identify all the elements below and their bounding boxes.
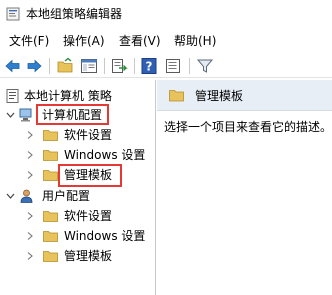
toolbar-separator <box>104 58 105 74</box>
tree-item-cc-windows-settings[interactable]: Windows 设置 <box>0 145 156 165</box>
tree-label-root: 本地计算机 策略 <box>24 89 112 103</box>
tree-item-uc-admin-templates[interactable]: 管理模板 <box>0 246 156 266</box>
user-icon <box>20 189 33 203</box>
tree-item-root[interactable]: 本地计算机 策略 <box>0 86 156 106</box>
toolbar: ? <box>0 54 332 78</box>
chevron-right-icon[interactable] <box>25 211 34 221</box>
chevron-right-icon[interactable] <box>25 170 34 180</box>
details-description: 选择一个项目来查看它的描述。 <box>164 120 332 134</box>
details-header-title: 管理模板 <box>195 89 244 103</box>
menu-bar: 文件(F) 操作(A) 查看(V) 帮助(H) <box>0 31 332 51</box>
up-folder-icon[interactable] <box>56 57 74 75</box>
tree-label-uc-windows-settings: Windows 设置 <box>64 229 146 243</box>
properties-icon[interactable] <box>164 57 182 75</box>
toolbar-separator <box>134 58 135 74</box>
show-hide-tree-icon[interactable] <box>80 57 98 75</box>
policy-document-icon <box>6 89 19 103</box>
tree-label-cc-windows-settings: Windows 设置 <box>64 148 146 162</box>
filter-icon[interactable] <box>196 57 214 75</box>
back-arrow-icon[interactable] <box>4 57 22 75</box>
chevron-right-icon[interactable] <box>25 150 34 160</box>
menu-file[interactable]: 文件(F) <box>9 33 49 49</box>
folder-icon <box>43 251 58 262</box>
details-header: 管理模板 <box>157 80 332 111</box>
highlight-box <box>58 164 122 187</box>
folder-icon <box>43 170 58 181</box>
toolbar-separator <box>49 58 50 74</box>
tree-label-cc-software: 软件设置 <box>64 128 113 142</box>
tree-label-user-config: 用户配置 <box>42 189 91 203</box>
folder-icon <box>43 231 58 242</box>
tree-pane: 本地计算机 策略 计算机配置 软件设置 Windows 设置 管理模板 用户配置… <box>0 80 156 295</box>
menu-help[interactable]: 帮助(H) <box>174 33 216 49</box>
svg-text:?: ? <box>146 60 153 74</box>
folder-icon <box>169 90 184 102</box>
forward-arrow-icon[interactable] <box>25 57 43 75</box>
chevron-right-icon[interactable] <box>25 130 34 140</box>
tree-item-user-config[interactable]: 用户配置 <box>0 186 156 206</box>
folder-icon <box>43 130 58 141</box>
highlight-box <box>36 104 109 125</box>
tree-label-uc-software: 软件设置 <box>64 209 113 223</box>
export-list-icon[interactable] <box>110 57 128 75</box>
computer-icon <box>19 108 32 122</box>
tree-item-uc-windows-settings[interactable]: Windows 设置 <box>0 226 156 246</box>
policy-editor-icon <box>6 7 20 21</box>
menu-action[interactable]: 操作(A) <box>63 33 105 49</box>
folder-icon <box>43 211 58 222</box>
chevron-down-icon[interactable] <box>6 191 15 201</box>
window-title: 本地组策略编辑器 <box>26 7 123 21</box>
tree-item-uc-software[interactable]: 软件设置 <box>0 206 156 226</box>
tree-item-cc-software[interactable]: 软件设置 <box>0 125 156 145</box>
help-icon[interactable]: ? <box>140 57 158 75</box>
chevron-down-icon[interactable] <box>6 110 15 120</box>
chevron-right-icon[interactable] <box>25 251 34 261</box>
menu-view[interactable]: 查看(V) <box>119 33 161 49</box>
toolbar-separator <box>189 58 190 74</box>
folder-icon <box>43 150 58 161</box>
title-bar: 本地组策略编辑器 <box>0 0 332 28</box>
tree-label-uc-admin-templates: 管理模板 <box>64 249 113 263</box>
details-pane: 管理模板 选择一个项目来查看它的描述。 <box>157 80 332 295</box>
chevron-right-icon[interactable] <box>25 231 34 241</box>
